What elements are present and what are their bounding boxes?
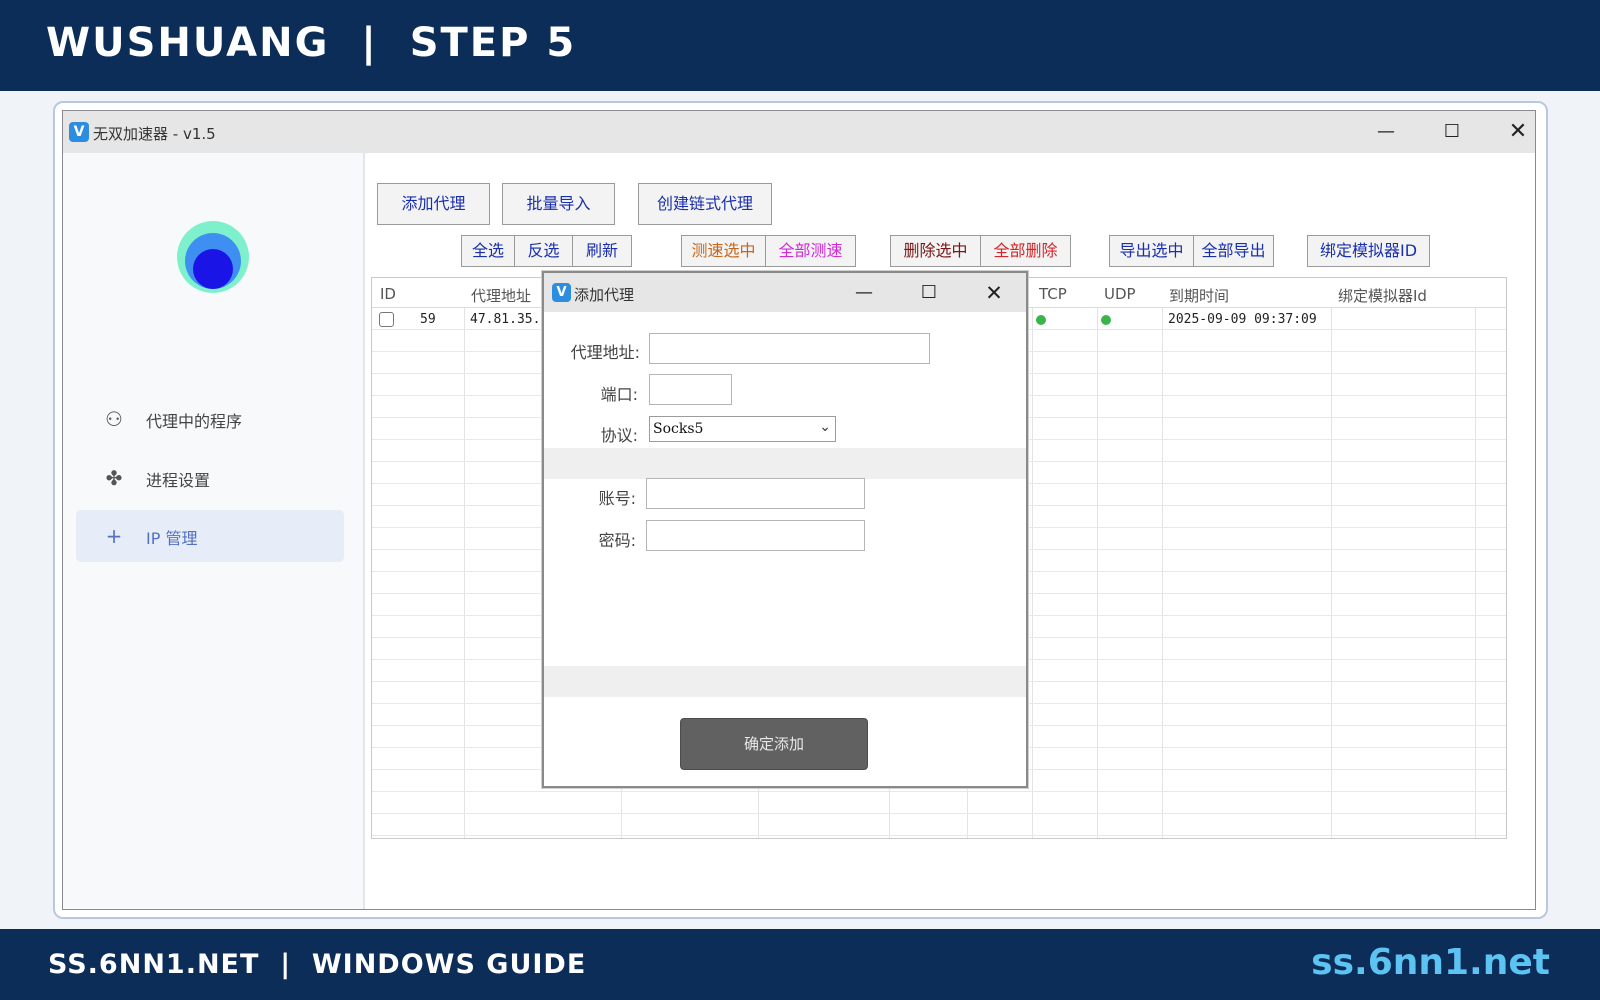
proxy-address-input[interactable] — [649, 333, 930, 364]
banner-title: WUSHUANG | STEP 5 — [46, 20, 577, 66]
port-input[interactable] — [649, 374, 732, 405]
column-header-udp[interactable]: UDP — [1104, 285, 1136, 303]
chevron-down-icon: ⌄ — [819, 419, 831, 435]
delete-selected-button[interactable]: 删除选中 — [890, 235, 981, 267]
row-expire: 2025-09-09 09:37:09 — [1168, 312, 1317, 327]
create-chain-proxy-button[interactable]: 创建链式代理 — [638, 183, 772, 225]
logo-core — [193, 249, 233, 289]
column-header-tcp[interactable]: TCP — [1039, 285, 1067, 303]
select-all-button[interactable]: 全选 — [461, 235, 515, 267]
dialog-minimize-button[interactable]: — — [844, 279, 884, 307]
row-id: 59 — [420, 312, 436, 327]
column-header-emulator[interactable]: 绑定模拟器Id — [1338, 285, 1427, 306]
row-address: 47.81.35.3 — [470, 312, 549, 327]
dialog-titlebar[interactable]: V 添加代理 — ☐ ✕ — [544, 273, 1026, 312]
port-label: 端口: — [600, 385, 638, 404]
address-label: 代理地址: — [570, 343, 640, 362]
sidebar-item-label: 代理中的程序 — [146, 412, 243, 431]
row-checkbox[interactable] — [379, 312, 394, 327]
bind-emulator-id-button[interactable]: 绑定模拟器ID — [1307, 235, 1430, 267]
protocol-selected-value: Socks5 — [653, 421, 704, 437]
dialog-close-button[interactable]: ✕ — [974, 279, 1014, 307]
udp-status-dot — [1101, 315, 1111, 325]
table-row — [372, 792, 1506, 814]
add-proxy-button[interactable]: 添加代理 — [377, 183, 490, 225]
minimize-button[interactable]: — — [1361, 117, 1411, 147]
app-logo-icon: V — [69, 122, 89, 142]
bottom-banner: SS.6NN1.NET | WINDOWS GUIDE ss.6nn1.net — [0, 929, 1600, 1000]
sidebar-item-label: 进程设置 — [146, 471, 211, 490]
column-header-expire[interactable]: 到期时间 — [1169, 285, 1229, 306]
account-input[interactable] — [646, 478, 865, 509]
dialog-title: 添加代理 — [574, 286, 635, 304]
speed-test-all-button[interactable]: 全部测速 — [765, 235, 856, 267]
invert-selection-button[interactable]: 反选 — [514, 235, 573, 267]
tcp-status-dot — [1036, 315, 1046, 325]
sidebar-item-ip-management[interactable]: + IP 管理 — [76, 510, 344, 562]
table-row — [372, 814, 1506, 836]
delete-all-button[interactable]: 全部删除 — [980, 235, 1071, 267]
confirm-add-button[interactable]: 确定添加 — [680, 718, 868, 770]
refresh-button[interactable]: 刷新 — [572, 235, 632, 267]
footer-guide-label: SS.6NN1.NET | WINDOWS GUIDE — [48, 949, 587, 980]
sidebar: ⚇ 代理中的程序 ✤ 进程设置 + IP 管理 — [63, 153, 365, 909]
export-all-button[interactable]: 全部导出 — [1193, 235, 1274, 267]
password-input[interactable] — [646, 520, 865, 551]
column-header-id[interactable]: ID — [380, 285, 396, 303]
fan-icon: ✤ — [105, 466, 123, 490]
sidebar-item-proxied-programs[interactable]: ⚇ 代理中的程序 — [76, 393, 344, 445]
footer-site-link[interactable]: ss.6nn1.net — [1311, 942, 1550, 983]
window-titlebar[interactable]: V 无双加速器 - v1.5 — ☐ ✕ — [63, 111, 1535, 153]
dialog-section-divider — [544, 666, 1026, 697]
dialog-maximize-button[interactable]: ☐ — [909, 279, 949, 307]
column-header-address[interactable]: 代理地址 — [471, 285, 531, 306]
app-logo — [177, 221, 249, 293]
dialog-logo-icon: V — [552, 283, 571, 302]
dialog-section-divider — [544, 448, 1026, 479]
protocol-label: 协议: — [600, 426, 638, 445]
export-selected-button[interactable]: 导出选中 — [1109, 235, 1194, 267]
speed-test-selected-button[interactable]: 测速选中 — [681, 235, 766, 267]
protocol-select[interactable]: Socks5 ⌄ — [649, 416, 836, 442]
top-banner: WUSHUANG | STEP 5 — [0, 0, 1600, 91]
maximize-button[interactable]: ☐ — [1427, 117, 1477, 147]
close-button[interactable]: ✕ — [1493, 117, 1535, 147]
account-label: 账号: — [598, 489, 636, 508]
window-title: 无双加速器 - v1.5 — [93, 125, 216, 143]
batch-import-button[interactable]: 批量导入 — [502, 183, 615, 225]
add-proxy-dialog: V 添加代理 — ☐ ✕ 代理地址: 端口: 协议: Socks5 ⌄ 账号: … — [542, 271, 1028, 788]
plus-icon: + — [105, 524, 123, 548]
sidebar-item-process-settings[interactable]: ✤ 进程设置 — [76, 452, 344, 504]
sidebar-item-label: IP 管理 — [146, 529, 198, 548]
password-label: 密码: — [598, 531, 636, 550]
users-icon: ⚇ — [105, 407, 123, 431]
